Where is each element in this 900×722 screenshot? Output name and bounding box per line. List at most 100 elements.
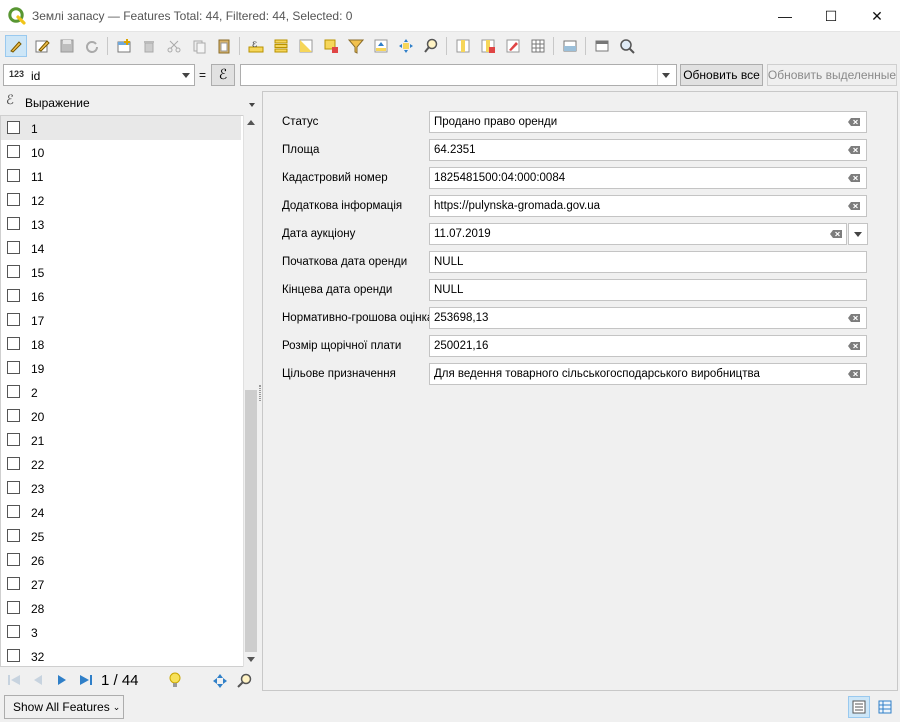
deselect-all-button[interactable] [320,35,342,57]
filter-value-input[interactable] [240,64,677,86]
invert-selection-button[interactable] [295,35,317,57]
row-checkbox[interactable] [7,481,20,494]
clear-icon[interactable] [848,118,860,126]
row-checkbox[interactable] [7,433,20,446]
field-input[interactable]: NULL [429,251,867,273]
new-field-button[interactable] [452,35,474,57]
list-item[interactable]: 11 [1,164,241,188]
row-checkbox[interactable] [7,217,20,230]
search-settings-button[interactable] [616,35,638,57]
list-item[interactable]: 26 [1,548,241,572]
row-checkbox[interactable] [7,193,20,206]
form-view-button[interactable] [848,696,870,718]
field-input[interactable]: https://pulynska-gromada.gov.ua [429,195,867,217]
row-checkbox[interactable] [7,553,20,566]
row-checkbox[interactable] [7,649,20,662]
clear-icon[interactable] [848,370,860,378]
field-input[interactable]: Для ведення товарного сільськогосподарсь… [429,363,867,385]
row-checkbox[interactable] [7,625,20,638]
clear-icon[interactable] [830,230,842,238]
row-checkbox[interactable] [7,601,20,614]
reload-button[interactable] [81,35,103,57]
previous-feature-icon[interactable] [31,673,45,687]
paste-button[interactable] [213,35,235,57]
row-checkbox[interactable] [7,241,20,254]
clear-icon[interactable] [848,314,860,322]
list-item[interactable]: 25 [1,524,241,548]
select-by-expression-button[interactable]: ε [245,35,267,57]
list-item[interactable]: 14 [1,236,241,260]
clear-icon[interactable] [848,342,860,350]
list-item[interactable]: 2 [1,380,241,404]
clear-icon[interactable] [848,174,860,182]
field-calculator-button[interactable] [502,35,524,57]
list-item[interactable]: 24 [1,500,241,524]
last-feature-icon[interactable] [79,673,93,687]
row-checkbox[interactable] [7,265,20,278]
list-header[interactable]: ℰ Выражение [0,91,258,115]
zoom-to-selection-button[interactable] [420,35,442,57]
pan-arrows-icon[interactable] [212,673,228,689]
row-checkbox[interactable] [7,409,20,422]
list-item[interactable]: 16 [1,284,241,308]
copy-button[interactable] [188,35,210,57]
splitter-handle[interactable] [259,385,261,401]
clear-icon[interactable] [848,202,860,210]
row-checkbox[interactable] [7,289,20,302]
row-checkbox[interactable] [7,505,20,518]
list-scrollbar[interactable] [243,115,258,667]
list-item[interactable]: 10 [1,140,241,164]
row-checkbox[interactable] [7,361,20,374]
list-item[interactable]: 27 [1,572,241,596]
row-checkbox[interactable] [7,121,20,134]
row-checkbox[interactable] [7,145,20,158]
field-input[interactable]: 250021,16 [429,335,867,357]
list-item[interactable]: 13 [1,212,241,236]
field-selector[interactable]: 123 id [3,64,195,86]
row-checkbox[interactable] [7,577,20,590]
close-button[interactable]: ✕ [854,0,900,32]
table-view-button[interactable] [874,696,896,718]
field-input[interactable]: Продано право оренди [429,111,867,133]
move-selection-top-button[interactable] [370,35,392,57]
field-input[interactable]: 11.07.2019 [429,223,847,245]
row-checkbox[interactable] [7,169,20,182]
list-item[interactable]: 19 [1,356,241,380]
list-item[interactable]: 20 [1,404,241,428]
first-feature-icon[interactable] [7,673,21,687]
list-item[interactable]: 1 [1,116,241,140]
select-all-button[interactable] [270,35,292,57]
row-checkbox[interactable] [7,313,20,326]
maximize-button[interactable]: ☐ [808,0,854,32]
list-item[interactable]: 32 [1,644,241,666]
list-item[interactable]: 28 [1,596,241,620]
field-input[interactable]: 253698,13 [429,307,867,329]
field-input[interactable]: NULL [429,279,867,301]
scroll-up-arrow[interactable] [247,120,255,125]
delete-feature-button[interactable] [138,35,160,57]
multi-edit-button[interactable] [31,35,53,57]
delete-field-button[interactable] [477,35,499,57]
row-checkbox[interactable] [7,337,20,350]
update-selected-button[interactable]: Обновить выделенные [767,64,897,86]
clear-icon[interactable] [848,146,860,154]
field-input[interactable]: 1825481500:04:000:0084 [429,167,867,189]
save-edits-button[interactable] [56,35,78,57]
show-features-button[interactable]: Show All Features ⌄ [4,695,124,719]
expression-button[interactable]: ℰ [211,64,235,86]
field-input[interactable]: 64.2351 [429,139,867,161]
conditional-formatting-button[interactable] [527,35,549,57]
list-item[interactable]: 22 [1,452,241,476]
scroll-thumb[interactable] [245,390,257,652]
list-item[interactable]: 12 [1,188,241,212]
minimize-button[interactable]: — [762,0,808,32]
list-item[interactable]: 21 [1,428,241,452]
list-item[interactable]: 18 [1,332,241,356]
next-feature-icon[interactable] [55,673,69,687]
cut-button[interactable] [163,35,185,57]
list-item[interactable]: 15 [1,260,241,284]
zoom-magnifier-icon[interactable] [236,673,252,689]
list-item[interactable]: 23 [1,476,241,500]
list-item[interactable]: 3 [1,620,241,644]
actions-button[interactable] [591,35,613,57]
